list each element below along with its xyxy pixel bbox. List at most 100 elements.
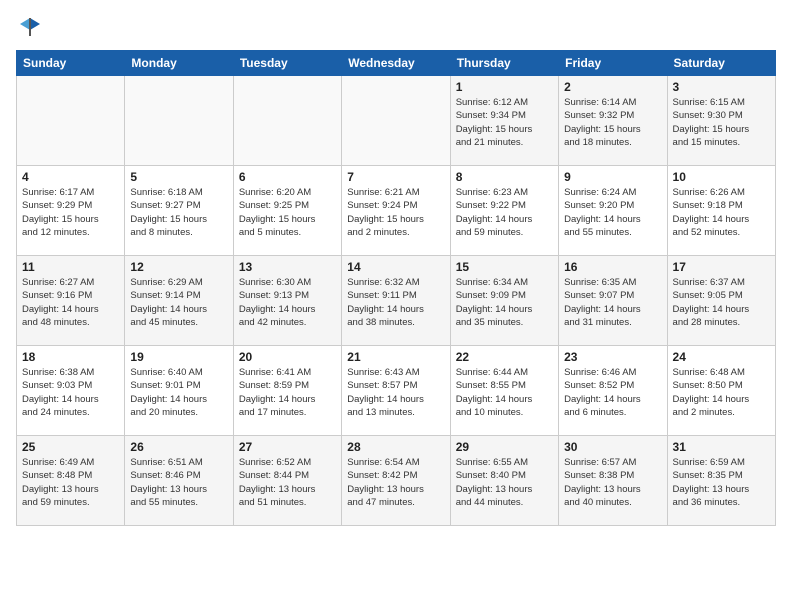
weekday-header-row: SundayMondayTuesdayWednesdayThursdayFrid… [17, 51, 776, 76]
calendar-cell [342, 76, 450, 166]
calendar-cell: 30 Sunrise: 6:57 AMSunset: 8:38 PMDayligh… [559, 436, 667, 526]
calendar-cell: 24 Sunrise: 6:48 AMSunset: 8:50 PMDayligh… [667, 346, 775, 436]
calendar-cell: 4 Sunrise: 6:17 AMSunset: 9:29 PMDaylight… [17, 166, 125, 256]
day-number: 20 [239, 350, 336, 364]
page-header [16, 16, 776, 40]
calendar-cell: 15 Sunrise: 6:34 AMSunset: 9:09 PMDayligh… [450, 256, 558, 346]
day-number: 30 [564, 440, 661, 454]
calendar-table: SundayMondayTuesdayWednesdayThursdayFrid… [16, 50, 776, 526]
day-number: 11 [22, 260, 119, 274]
day-info: Sunrise: 6:57 AMSunset: 8:38 PMDaylight:… [564, 456, 661, 509]
day-number: 8 [456, 170, 553, 184]
day-number: 10 [673, 170, 770, 184]
weekday-header-saturday: Saturday [667, 51, 775, 76]
day-number: 7 [347, 170, 444, 184]
day-info: Sunrise: 6:43 AMSunset: 8:57 PMDaylight:… [347, 366, 444, 419]
day-number: 22 [456, 350, 553, 364]
weekday-header-sunday: Sunday [17, 51, 125, 76]
day-info: Sunrise: 6:17 AMSunset: 9:29 PMDaylight:… [22, 186, 119, 239]
day-number: 2 [564, 80, 661, 94]
day-info: Sunrise: 6:48 AMSunset: 8:50 PMDaylight:… [673, 366, 770, 419]
calendar-cell: 1 Sunrise: 6:12 AMSunset: 9:34 PMDaylight… [450, 76, 558, 166]
day-number: 15 [456, 260, 553, 274]
day-number: 16 [564, 260, 661, 274]
day-number: 29 [456, 440, 553, 454]
calendar-cell: 11 Sunrise: 6:27 AMSunset: 9:16 PMDayligh… [17, 256, 125, 346]
calendar-week-1: 1 Sunrise: 6:12 AMSunset: 9:34 PMDaylight… [17, 76, 776, 166]
calendar-cell: 25 Sunrise: 6:49 AMSunset: 8:48 PMDayligh… [17, 436, 125, 526]
calendar-cell: 2 Sunrise: 6:14 AMSunset: 9:32 PMDaylight… [559, 76, 667, 166]
calendar-cell [17, 76, 125, 166]
calendar-week-3: 11 Sunrise: 6:27 AMSunset: 9:16 PMDayligh… [17, 256, 776, 346]
day-number: 31 [673, 440, 770, 454]
calendar-cell: 8Sunrise: 6:23 AMSunset: 9:22 PMDaylight… [450, 166, 558, 256]
day-info: Sunrise: 6:40 AMSunset: 9:01 PMDaylight:… [130, 366, 227, 419]
calendar-cell: 18 Sunrise: 6:38 AMSunset: 9:03 PMDayligh… [17, 346, 125, 436]
day-info: Sunrise: 6:55 AMSunset: 8:40 PMDaylight:… [456, 456, 553, 509]
calendar-cell: 12 Sunrise: 6:29 AMSunset: 9:14 PMDayligh… [125, 256, 233, 346]
day-number: 12 [130, 260, 227, 274]
weekday-header-thursday: Thursday [450, 51, 558, 76]
day-number: 6 [239, 170, 336, 184]
calendar-cell: 29 Sunrise: 6:55 AMSunset: 8:40 PMDayligh… [450, 436, 558, 526]
calendar-cell: 7 Sunrise: 6:21 AMSunset: 9:24 PMDaylight… [342, 166, 450, 256]
day-info: Sunrise: 6:12 AMSunset: 9:34 PMDaylight:… [456, 96, 553, 149]
day-number: 19 [130, 350, 227, 364]
day-info: Sunrise: 6:59 AMSunset: 8:35 PMDaylight:… [673, 456, 770, 509]
day-info: Sunrise: 6:38 AMSunset: 9:03 PMDaylight:… [22, 366, 119, 419]
day-number: 13 [239, 260, 336, 274]
day-number: 18 [22, 350, 119, 364]
weekday-header-friday: Friday [559, 51, 667, 76]
day-info: Sunrise: 6:49 AMSunset: 8:48 PMDaylight:… [22, 456, 119, 509]
day-number: 5 [130, 170, 227, 184]
day-info: Sunrise: 6:41 AMSunset: 8:59 PMDaylight:… [239, 366, 336, 419]
calendar-body: 1 Sunrise: 6:12 AMSunset: 9:34 PMDaylight… [17, 76, 776, 526]
day-info: Sunrise: 6:37 AMSunset: 9:05 PMDaylight:… [673, 276, 770, 329]
calendar-week-5: 25 Sunrise: 6:49 AMSunset: 8:48 PMDayligh… [17, 436, 776, 526]
calendar-cell: 26Sunrise: 6:51 AMSunset: 8:46 PMDayligh… [125, 436, 233, 526]
day-number: 17 [673, 260, 770, 274]
day-number: 23 [564, 350, 661, 364]
calendar-cell [125, 76, 233, 166]
day-info: Sunrise: 6:29 AMSunset: 9:14 PMDaylight:… [130, 276, 227, 329]
day-number: 1 [456, 80, 553, 94]
calendar-cell: 31 Sunrise: 6:59 AMSunset: 8:35 PMDayligh… [667, 436, 775, 526]
day-info: Sunrise: 6:44 AMSunset: 8:55 PMDaylight:… [456, 366, 553, 419]
day-info: Sunrise: 6:46 AMSunset: 8:52 PMDaylight:… [564, 366, 661, 419]
logo-area [16, 16, 42, 40]
calendar-cell: 23 Sunrise: 6:46 AMSunset: 8:52 PMDayligh… [559, 346, 667, 436]
day-info: Sunrise: 6:35 AMSunset: 9:07 PMDaylight:… [564, 276, 661, 329]
weekday-header-wednesday: Wednesday [342, 51, 450, 76]
day-number: 28 [347, 440, 444, 454]
day-info: Sunrise: 6:14 AMSunset: 9:32 PMDaylight:… [564, 96, 661, 149]
day-number: 14 [347, 260, 444, 274]
day-number: 26 [130, 440, 227, 454]
day-number: 21 [347, 350, 444, 364]
calendar-header: SundayMondayTuesdayWednesdayThursdayFrid… [17, 51, 776, 76]
day-info: Sunrise: 6:27 AMSunset: 9:16 PMDaylight:… [22, 276, 119, 329]
calendar-cell: 5 Sunrise: 6:18 AMSunset: 9:27 PMDaylight… [125, 166, 233, 256]
calendar-cell: 27Sunrise: 6:52 AMSunset: 8:44 PMDayligh… [233, 436, 341, 526]
day-info: Sunrise: 6:18 AMSunset: 9:27 PMDaylight:… [130, 186, 227, 239]
calendar-cell: 22 Sunrise: 6:44 AMSunset: 8:55 PMDayligh… [450, 346, 558, 436]
calendar-cell: 9Sunrise: 6:24 AMSunset: 9:20 PMDaylight… [559, 166, 667, 256]
day-info: Sunrise: 6:34 AMSunset: 9:09 PMDaylight:… [456, 276, 553, 329]
day-info: Sunrise: 6:52 AMSunset: 8:44 PMDaylight:… [239, 456, 336, 509]
calendar-cell: 28 Sunrise: 6:54 AMSunset: 8:42 PMDayligh… [342, 436, 450, 526]
day-number: 3 [673, 80, 770, 94]
day-number: 9 [564, 170, 661, 184]
day-info: Sunrise: 6:20 AMSunset: 9:25 PMDaylight:… [239, 186, 336, 239]
calendar-cell: 14 Sunrise: 6:32 AMSunset: 9:11 PMDayligh… [342, 256, 450, 346]
day-info: Sunrise: 6:54 AMSunset: 8:42 PMDaylight:… [347, 456, 444, 509]
weekday-header-monday: Monday [125, 51, 233, 76]
day-info: Sunrise: 6:21 AMSunset: 9:24 PMDaylight:… [347, 186, 444, 239]
calendar-cell: 21 Sunrise: 6:43 AMSunset: 8:57 PMDayligh… [342, 346, 450, 436]
day-number: 4 [22, 170, 119, 184]
calendar-cell: 13Sunrise: 6:30 AMSunset: 9:13 PMDayligh… [233, 256, 341, 346]
day-info: Sunrise: 6:26 AMSunset: 9:18 PMDaylight:… [673, 186, 770, 239]
day-number: 25 [22, 440, 119, 454]
calendar-cell: 3Sunrise: 6:15 AMSunset: 9:30 PMDaylight… [667, 76, 775, 166]
day-number: 24 [673, 350, 770, 364]
calendar-cell: 16 Sunrise: 6:35 AMSunset: 9:07 PMDayligh… [559, 256, 667, 346]
day-info: Sunrise: 6:32 AMSunset: 9:11 PMDaylight:… [347, 276, 444, 329]
